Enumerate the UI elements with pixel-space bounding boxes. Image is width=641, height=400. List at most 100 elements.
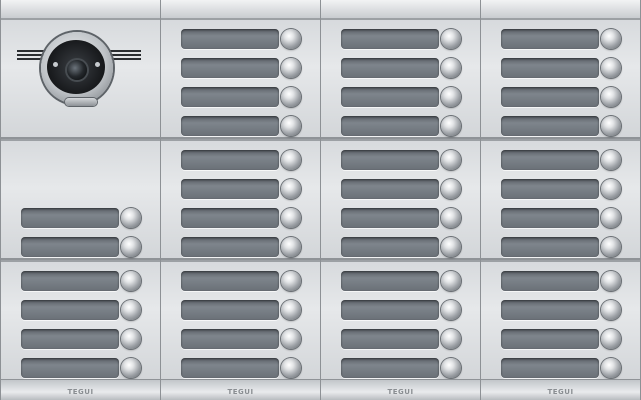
call-button[interactable] bbox=[601, 150, 621, 170]
call-button[interactable] bbox=[121, 237, 141, 257]
call-button-row bbox=[321, 26, 480, 52]
name-label-plate bbox=[21, 208, 119, 228]
button-module bbox=[321, 18, 480, 139]
call-button[interactable] bbox=[441, 179, 461, 199]
call-button[interactable] bbox=[281, 300, 301, 320]
call-button-row bbox=[481, 26, 640, 52]
call-button[interactable] bbox=[441, 329, 461, 349]
call-button-row bbox=[321, 205, 480, 231]
call-button[interactable] bbox=[441, 116, 461, 136]
call-button-row bbox=[321, 297, 480, 323]
name-label-plate bbox=[181, 271, 279, 291]
call-button-row bbox=[161, 176, 320, 202]
column-top-strip bbox=[481, 0, 640, 20]
name-label-plate bbox=[341, 237, 439, 257]
call-button-row bbox=[321, 355, 480, 381]
call-button[interactable] bbox=[281, 237, 301, 257]
name-label-plate bbox=[181, 358, 279, 378]
call-button-row bbox=[1, 205, 160, 231]
call-button[interactable] bbox=[601, 358, 621, 378]
name-label-plate bbox=[341, 150, 439, 170]
name-label-plate bbox=[341, 116, 439, 136]
call-button-row bbox=[161, 84, 320, 110]
name-label-plate bbox=[341, 300, 439, 320]
call-button[interactable] bbox=[441, 237, 461, 257]
button-module bbox=[481, 18, 640, 139]
name-label-plate bbox=[181, 29, 279, 49]
brand-logo: TEGUI bbox=[547, 388, 574, 396]
call-button[interactable] bbox=[601, 116, 621, 136]
column-bottom-strip: TEGUI bbox=[1, 379, 160, 400]
name-label-plate bbox=[341, 29, 439, 49]
name-label-plate bbox=[181, 150, 279, 170]
name-label-plate bbox=[21, 237, 119, 257]
call-button[interactable] bbox=[121, 271, 141, 291]
call-button[interactable] bbox=[441, 208, 461, 228]
call-button[interactable] bbox=[601, 87, 621, 107]
name-label-plate bbox=[181, 329, 279, 349]
name-label-plate bbox=[341, 58, 439, 78]
call-button[interactable] bbox=[441, 358, 461, 378]
name-label-plate bbox=[341, 358, 439, 378]
button-module bbox=[161, 139, 320, 260]
call-button[interactable] bbox=[441, 150, 461, 170]
call-button[interactable] bbox=[281, 150, 301, 170]
name-label-plate bbox=[181, 237, 279, 257]
name-label-plate bbox=[501, 329, 599, 349]
name-label-plate bbox=[341, 87, 439, 107]
call-button[interactable] bbox=[281, 87, 301, 107]
call-button-row bbox=[481, 113, 640, 139]
call-button-row bbox=[321, 84, 480, 110]
call-button[interactable] bbox=[441, 29, 461, 49]
call-button[interactable] bbox=[281, 208, 301, 228]
call-button-row bbox=[161, 326, 320, 352]
name-label-plate bbox=[501, 300, 599, 320]
call-button[interactable] bbox=[601, 179, 621, 199]
name-label-plate bbox=[21, 329, 119, 349]
call-button-row bbox=[481, 176, 640, 202]
call-button[interactable] bbox=[601, 58, 621, 78]
call-button[interactable] bbox=[281, 116, 301, 136]
name-label-plate bbox=[181, 116, 279, 136]
call-button[interactable] bbox=[281, 29, 301, 49]
call-button[interactable] bbox=[601, 329, 621, 349]
call-button[interactable] bbox=[441, 300, 461, 320]
button-module bbox=[161, 260, 320, 381]
column-top-strip bbox=[321, 0, 480, 20]
call-button[interactable] bbox=[281, 179, 301, 199]
call-button[interactable] bbox=[281, 329, 301, 349]
call-button[interactable] bbox=[281, 58, 301, 78]
call-button-row bbox=[481, 55, 640, 81]
call-button-row bbox=[1, 297, 160, 323]
call-button[interactable] bbox=[441, 271, 461, 291]
call-button[interactable] bbox=[281, 271, 301, 291]
call-button[interactable] bbox=[601, 271, 621, 291]
call-button[interactable] bbox=[601, 29, 621, 49]
call-button[interactable] bbox=[601, 300, 621, 320]
name-label-plate bbox=[501, 29, 599, 49]
button-module bbox=[321, 139, 480, 260]
call-button[interactable] bbox=[121, 208, 141, 228]
call-button-row bbox=[161, 26, 320, 52]
column-top-strip bbox=[161, 0, 320, 20]
button-module bbox=[1, 260, 160, 381]
brand-logo: TEGUI bbox=[67, 388, 94, 396]
call-button[interactable] bbox=[121, 329, 141, 349]
call-button-row bbox=[1, 268, 160, 294]
name-label-plate bbox=[21, 300, 119, 320]
call-button[interactable] bbox=[121, 358, 141, 378]
call-button[interactable] bbox=[121, 300, 141, 320]
button-module bbox=[481, 139, 640, 260]
call-button[interactable] bbox=[281, 358, 301, 378]
call-button[interactable] bbox=[601, 208, 621, 228]
column-bottom-strip: TEGUI bbox=[161, 379, 320, 400]
brand-logo: TEGUI bbox=[227, 388, 254, 396]
call-button-row bbox=[161, 147, 320, 173]
name-label-plate bbox=[501, 208, 599, 228]
call-button[interactable] bbox=[441, 58, 461, 78]
camera-module bbox=[1, 18, 160, 139]
call-button-row bbox=[481, 84, 640, 110]
call-button[interactable] bbox=[441, 87, 461, 107]
call-button[interactable] bbox=[601, 237, 621, 257]
name-label-plate bbox=[181, 208, 279, 228]
